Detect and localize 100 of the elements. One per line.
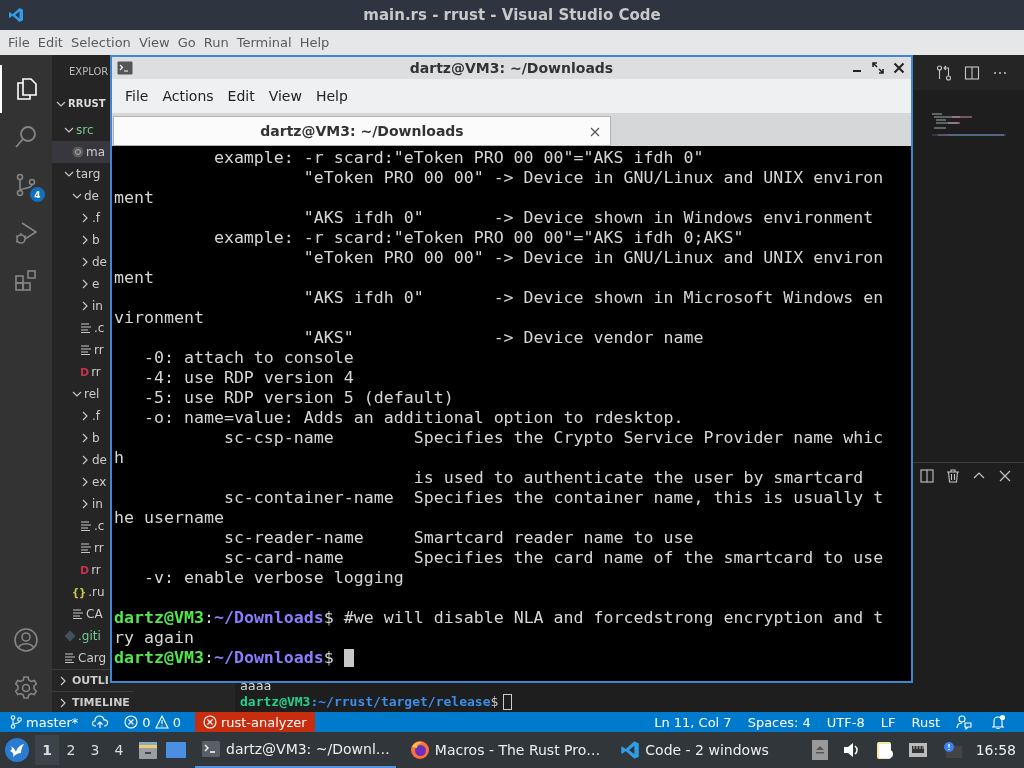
search-icon[interactable] [13,124,39,150]
menu-item[interactable]: Terminal [232,35,296,50]
chevron-icon[interactable] [58,675,68,686]
terminal-text: example: -r scard:"eToken PRO 00 00"="AKS ifdh 0" [212,148,704,168]
branch-indicator[interactable]: master* [10,712,79,732]
workspace-button[interactable]: 2 [59,735,83,765]
tree-item[interactable]: de [52,251,110,273]
menu-item[interactable]: Help [308,88,355,104]
status-item[interactable]: UTF-8 [826,714,865,730]
chevron-icon[interactable] [80,499,90,509]
workspace-button[interactable]: 3 [83,735,107,765]
split-terminal-icon[interactable] [920,469,934,483]
status-item[interactable]: Ln 11, Col 7 [654,714,732,730]
file-cabinet-icon[interactable] [137,739,159,761]
settings-icon[interactable] [13,675,39,701]
extensions-icon[interactable] [13,268,39,294]
tree-item[interactable]: .c [52,515,110,537]
close-icon[interactable] [590,127,600,137]
chevron-icon[interactable] [80,279,90,289]
tree-item[interactable]: ex [52,471,110,493]
chevron-icon[interactable] [72,389,82,399]
tree-item[interactable]: .giti [52,625,110,647]
compare-icon[interactable] [936,64,952,81]
chevron-icon[interactable] [58,697,68,708]
maximize-icon[interactable] [872,62,884,74]
tab[interactable]: dartz@VM3: ~/Downloads [113,116,611,146]
taskbar-button[interactable]: Macros - The Rust Pro… [403,732,607,768]
desktop-icon[interactable] [165,739,187,761]
tree-item[interactable]: b [52,427,110,449]
tree-item[interactable]: targ [52,163,110,185]
start-menu-icon[interactable] [5,738,29,762]
tree-item[interactable]: D rr [52,559,110,581]
chevron-icon[interactable] [56,99,66,109]
eject-icon[interactable] [811,740,828,760]
tree-item[interactable]: ma [52,141,110,163]
count-badge: 4 [30,187,45,202]
tree-item[interactable]: .f [52,405,110,427]
cloud-upload-icon[interactable] [92,715,109,729]
menu-item[interactable]: Edit [220,88,262,104]
tree-item[interactable]: de [52,185,110,207]
chevron-icon[interactable] [80,257,90,267]
problems-indicator[interactable]: 0 0 [124,712,181,732]
files-icon[interactable] [14,76,40,102]
chevron-icon[interactable] [80,235,90,245]
status-item[interactable]: Spaces: 4 [747,714,811,730]
clock[interactable]: 16:58 [975,742,1016,758]
menu-item[interactable]: Actions [155,88,221,104]
tree-item[interactable]: .c [52,317,110,339]
chevron-icon[interactable] [80,213,90,223]
clipboard-icon[interactable] [875,740,894,760]
notification-icon[interactable] [941,741,962,759]
menu-item[interactable]: View [261,88,309,104]
chevron-icon[interactable] [80,301,90,311]
tree-item[interactable]: de [52,449,110,471]
trash-icon[interactable] [946,469,960,483]
workspace-button[interactable]: 1 [35,735,59,765]
tree-item[interactable]: rr [52,339,110,361]
close-icon[interactable] [893,62,905,74]
menu-item[interactable]: File [4,35,34,50]
status-item[interactable]: LF [880,714,896,730]
network-icon[interactable] [907,741,928,759]
menu-item[interactable]: Edit [33,35,67,50]
tree-item[interactable]: rel [52,383,110,405]
window-title: main.rs - rrust - Visual Studio Code [363,6,661,24]
chevron-icon[interactable] [80,477,90,487]
chevron-icon[interactable] [64,169,74,179]
chevron-icon[interactable] [72,191,82,201]
chevron-icon[interactable] [80,411,90,421]
menu-item[interactable]: View [134,35,174,50]
terminal-text: -5: use RDP version 5 (default) [142,388,454,408]
chevron-icon[interactable] [64,125,74,135]
account-icon[interactable] [13,627,39,653]
language-server-status[interactable]: rust-analyzer [194,712,315,732]
chevron-icon[interactable] [80,455,90,465]
tree-item[interactable]: in [52,493,110,515]
play-bug-icon[interactable] [13,220,39,246]
bell-icon[interactable] [990,714,1006,730]
tree-item[interactable]: {} .ru [52,581,110,603]
menu-item[interactable]: File [118,88,156,104]
workspace-button[interactable]: 4 [107,735,131,765]
tree-item[interactable]: RRUST [52,89,108,119]
menu-item[interactable]: Go [173,35,200,50]
split-editor-icon[interactable] [964,64,980,81]
tree-item[interactable]: .f [52,207,110,229]
tree-item[interactable]: b [52,229,110,251]
tree-item[interactable]: rr [52,537,110,559]
chevron-icon[interactable] [80,433,90,443]
menu-item[interactable]: Run [199,35,233,50]
tree-item[interactable]: in [52,295,110,317]
menu-item[interactable]: Help [295,35,334,50]
tree-item[interactable]: Carg [52,647,110,669]
tree-item[interactable]: CA [52,603,110,625]
tree-item[interactable]: D rr [52,361,110,383]
feedback-icon[interactable] [956,714,972,730]
taskbar-button[interactable]: Code - 2 windows [614,732,775,768]
tree-item[interactable]: e [52,273,110,295]
menu-item[interactable]: Selection [66,35,135,50]
taskbar-button[interactable]: dartz@VM3: ~/Downl… [195,732,396,768]
status-item[interactable]: Rust [911,714,940,730]
tree-item[interactable]: src [52,119,110,141]
